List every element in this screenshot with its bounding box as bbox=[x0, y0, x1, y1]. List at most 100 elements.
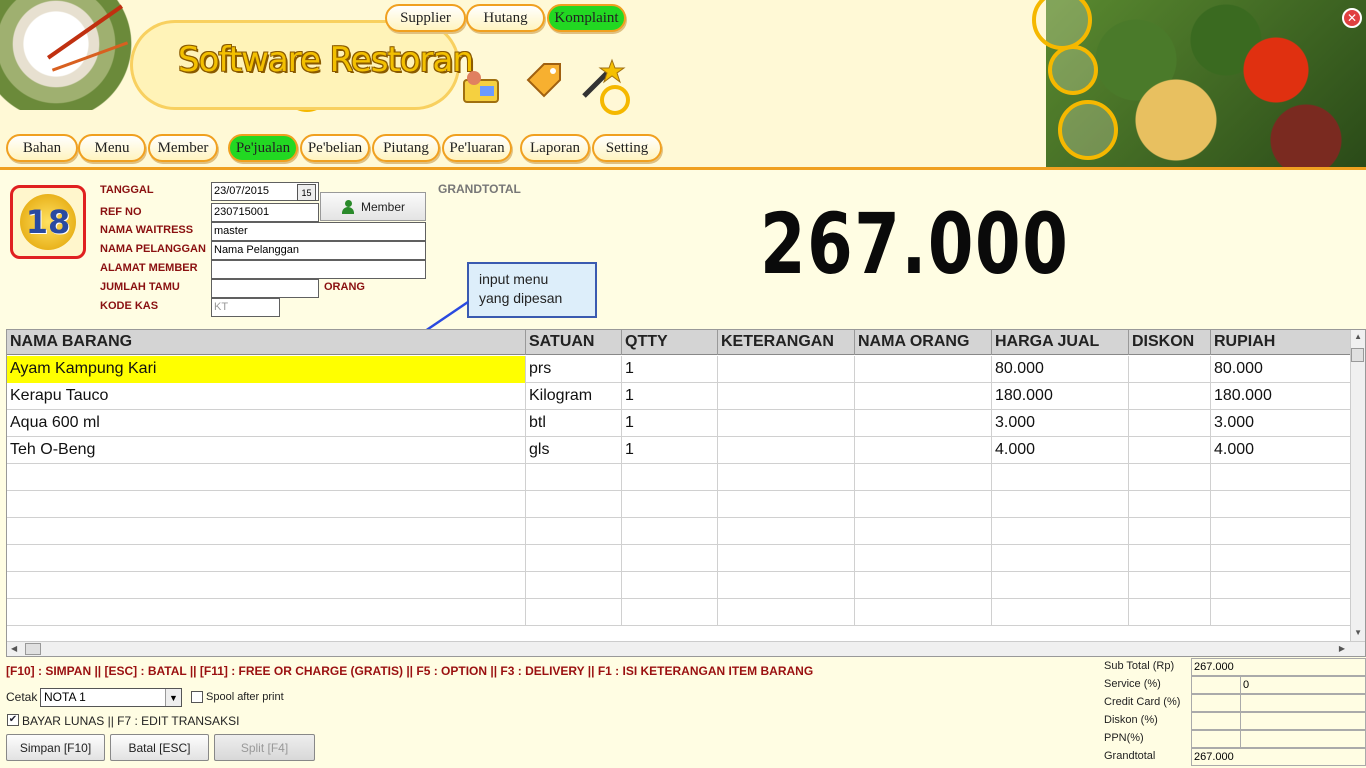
vertical-scrollbar[interactable]: ▲ ▼ bbox=[1350, 330, 1365, 642]
cell-nama-orang[interactable] bbox=[855, 437, 992, 464]
cell-rupiah[interactable] bbox=[1211, 491, 1352, 518]
horizontal-scrollbar[interactable]: ◀ ▶ bbox=[7, 641, 1365, 656]
cell-harga-jual[interactable] bbox=[992, 572, 1129, 599]
cell-nama-barang[interactable] bbox=[7, 464, 526, 491]
col-harga-jual[interactable]: HARGA JUAL bbox=[992, 330, 1129, 355]
cell-rupiah[interactable]: 4.000 bbox=[1211, 437, 1352, 464]
scroll-left-icon[interactable]: ◀ bbox=[11, 644, 17, 653]
cell-nama-orang[interactable] bbox=[855, 356, 992, 383]
batal-button[interactable]: Batal [ESC] bbox=[110, 734, 209, 761]
nav-bahan[interactable]: Bahan bbox=[6, 134, 78, 162]
cell-qtty[interactable]: 1 bbox=[622, 437, 718, 464]
cell-qtty[interactable] bbox=[622, 599, 718, 626]
scroll-down-icon[interactable]: ▼ bbox=[1354, 628, 1362, 637]
cell-diskon[interactable] bbox=[1129, 383, 1211, 410]
cell-keterangan[interactable] bbox=[718, 545, 855, 572]
cell-diskon[interactable] bbox=[1129, 518, 1211, 545]
spool-checkbox[interactable] bbox=[191, 691, 203, 703]
cell-nama-orang[interactable] bbox=[855, 491, 992, 518]
cell-nama-orang[interactable] bbox=[855, 410, 992, 437]
cell-nama-barang[interactable]: Aqua 600 ml bbox=[7, 410, 526, 437]
ref-field[interactable]: 230715001 bbox=[211, 203, 319, 222]
cell-diskon[interactable] bbox=[1129, 572, 1211, 599]
cell-qtty[interactable]: 1 bbox=[622, 356, 718, 383]
cell-keterangan[interactable] bbox=[718, 572, 855, 599]
cell-diskon[interactable] bbox=[1129, 491, 1211, 518]
cell-harga-jual[interactable] bbox=[992, 599, 1129, 626]
cell-satuan[interactable] bbox=[526, 518, 622, 545]
nav-piutang[interactable]: Piutang bbox=[372, 134, 440, 162]
cell-keterangan[interactable] bbox=[718, 491, 855, 518]
cell-keterangan[interactable] bbox=[718, 518, 855, 545]
cell-keterangan[interactable] bbox=[718, 410, 855, 437]
close-icon[interactable]: ✕ bbox=[1342, 8, 1362, 28]
bayar-lunas-checkbox[interactable]: ✔ bbox=[7, 714, 19, 726]
cell-keterangan[interactable] bbox=[718, 464, 855, 491]
cell-nama-barang[interactable] bbox=[7, 518, 526, 545]
cell-rupiah[interactable] bbox=[1211, 464, 1352, 491]
order-grid[interactable]: NAMA BARANG SATUAN QTTY KETERANGAN NAMA … bbox=[6, 329, 1366, 657]
nav-member[interactable]: Member bbox=[148, 134, 218, 162]
cell-qtty[interactable] bbox=[622, 464, 718, 491]
table-row[interactable]: Ayam Kampung Kari prs 1 80.000 80.000 bbox=[7, 356, 1352, 383]
cell-harga-jual[interactable]: 180.000 bbox=[992, 383, 1129, 410]
cell-rupiah[interactable]: 180.000 bbox=[1211, 383, 1352, 410]
cell-satuan[interactable] bbox=[526, 572, 622, 599]
cell-keterangan[interactable] bbox=[718, 356, 855, 383]
table-row[interactable]: Aqua 600 ml btl 1 3.000 3.000 bbox=[7, 410, 1352, 437]
table-row[interactable] bbox=[7, 491, 1352, 518]
nav-komplaint[interactable]: Komplaint bbox=[547, 4, 626, 32]
cell-qtty[interactable] bbox=[622, 545, 718, 572]
cell-satuan[interactable]: prs bbox=[526, 356, 622, 383]
cell-nama-barang[interactable] bbox=[7, 545, 526, 572]
nav-laporan[interactable]: Laporan bbox=[520, 134, 590, 162]
col-keterangan[interactable]: KETERANGAN bbox=[718, 330, 855, 355]
cell-rupiah[interactable] bbox=[1211, 545, 1352, 572]
nav-supplier[interactable]: Supplier bbox=[385, 4, 466, 32]
ppn-pct-field[interactable] bbox=[1191, 730, 1241, 748]
scroll-thumb[interactable] bbox=[1351, 348, 1364, 362]
cell-diskon[interactable] bbox=[1129, 410, 1211, 437]
cell-diskon[interactable] bbox=[1129, 437, 1211, 464]
col-qtty[interactable]: QTTY bbox=[622, 330, 718, 355]
table-row[interactable]: Kerapu Tauco Kilogram 1 180.000 180.000 bbox=[7, 383, 1352, 410]
cell-qtty[interactable] bbox=[622, 572, 718, 599]
cell-qtty[interactable] bbox=[622, 518, 718, 545]
table-row[interactable] bbox=[7, 545, 1352, 572]
cell-rupiah[interactable]: 80.000 bbox=[1211, 356, 1352, 383]
cell-harga-jual[interactable] bbox=[992, 491, 1129, 518]
alamat-field[interactable] bbox=[211, 260, 426, 279]
cell-nama-orang[interactable] bbox=[855, 572, 992, 599]
cell-harga-jual[interactable]: 4.000 bbox=[992, 437, 1129, 464]
cell-satuan[interactable] bbox=[526, 464, 622, 491]
cell-keterangan[interactable] bbox=[718, 599, 855, 626]
nav-setting[interactable]: Setting bbox=[592, 134, 662, 162]
cell-satuan[interactable]: Kilogram bbox=[526, 383, 622, 410]
table-row[interactable] bbox=[7, 572, 1352, 599]
col-nama-barang[interactable]: NAMA BARANG bbox=[7, 330, 526, 355]
waitress-field[interactable]: master bbox=[211, 222, 426, 241]
cell-satuan[interactable]: btl bbox=[526, 410, 622, 437]
cell-harga-jual[interactable]: 3.000 bbox=[992, 410, 1129, 437]
simpan-button[interactable]: Simpan [F10] bbox=[6, 734, 105, 761]
nav-menu[interactable]: Menu bbox=[78, 134, 146, 162]
cell-satuan[interactable] bbox=[526, 491, 622, 518]
cell-nama-barang[interactable]: Ayam Kampung Kari bbox=[7, 356, 526, 383]
scroll-right-icon[interactable]: ▶ bbox=[1339, 644, 1345, 653]
calendar-icon[interactable]: 15 bbox=[297, 184, 316, 201]
cell-qtty[interactable]: 1 bbox=[622, 410, 718, 437]
cell-rupiah[interactable]: 3.000 bbox=[1211, 410, 1352, 437]
cell-diskon[interactable] bbox=[1129, 545, 1211, 572]
service-pct-field[interactable] bbox=[1191, 676, 1241, 694]
cc-pct-field[interactable] bbox=[1191, 694, 1241, 712]
cell-nama-barang[interactable]: Teh O-Beng bbox=[7, 437, 526, 464]
table-row[interactable] bbox=[7, 599, 1352, 626]
table-row[interactable] bbox=[7, 464, 1352, 491]
nav-pengeluaran[interactable]: Pe'luaran bbox=[442, 134, 512, 162]
col-diskon[interactable]: DISKON bbox=[1129, 330, 1211, 355]
diskon-pct-field[interactable] bbox=[1191, 712, 1241, 730]
cell-nama-barang[interactable] bbox=[7, 572, 526, 599]
col-nama-orang[interactable]: NAMA ORANG bbox=[855, 330, 992, 355]
cell-nama-orang[interactable] bbox=[855, 599, 992, 626]
cell-keterangan[interactable] bbox=[718, 383, 855, 410]
